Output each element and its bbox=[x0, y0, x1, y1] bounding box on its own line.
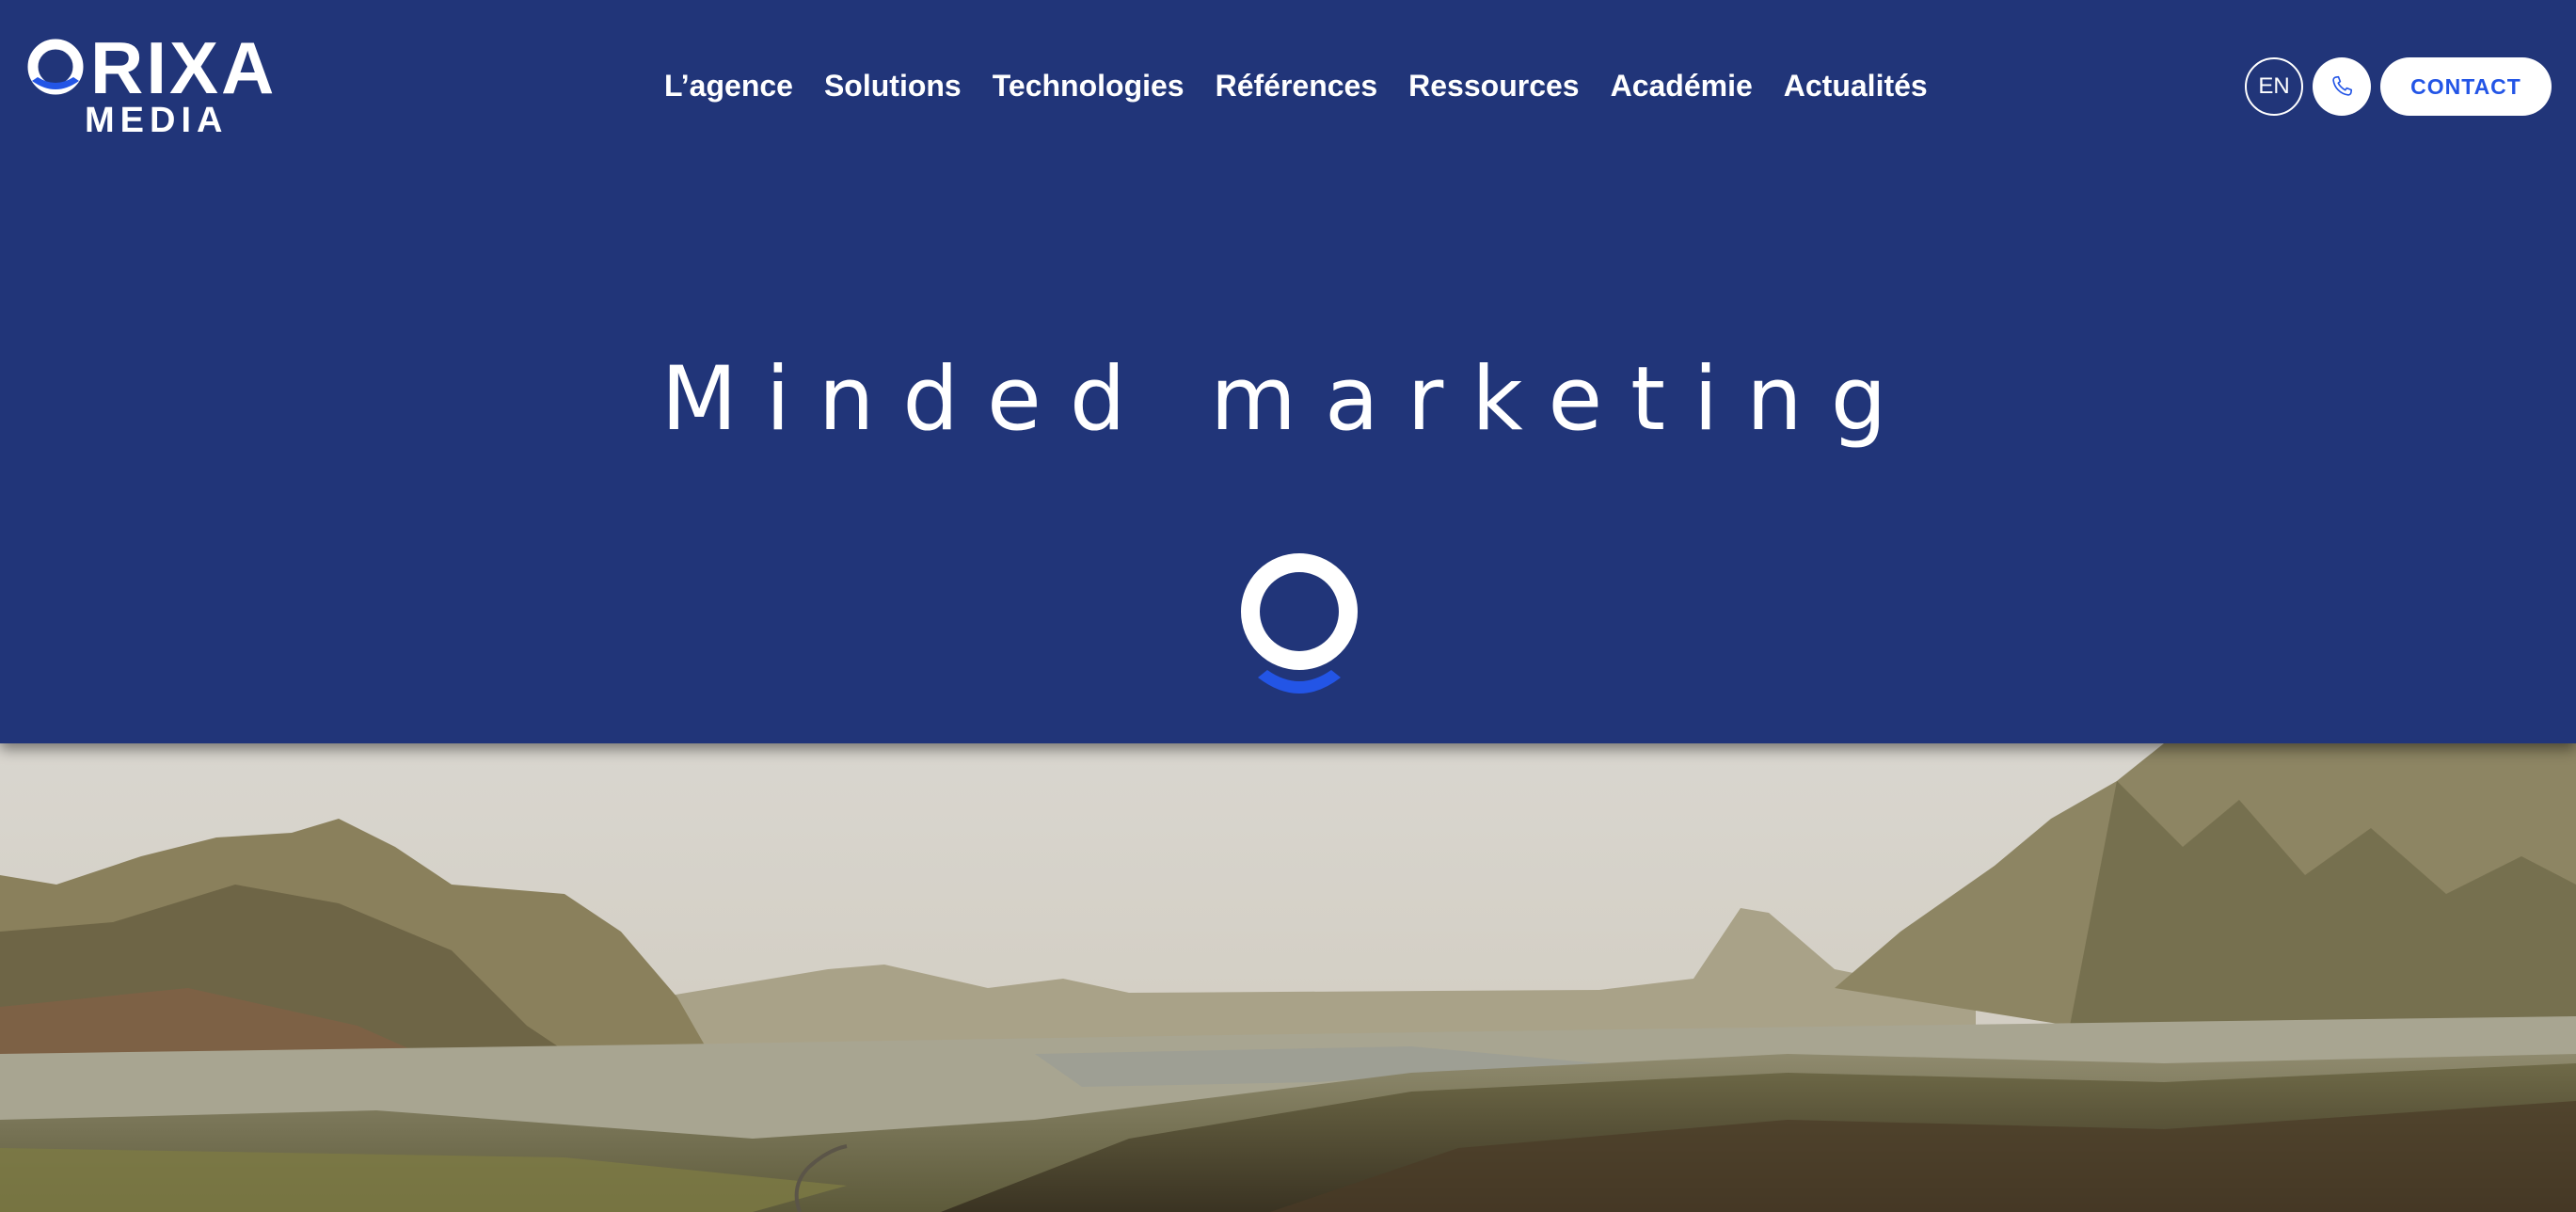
site-header: RIXA MEDIA L’agence Solutions Technologi… bbox=[0, 0, 2576, 743]
hero-title: Minded marketing bbox=[660, 348, 1916, 451]
nav-item-solutions[interactable]: Solutions bbox=[824, 69, 962, 104]
nav-item-ressources[interactable]: Ressources bbox=[1408, 69, 1579, 104]
logo-o-icon bbox=[27, 39, 84, 95]
phone-icon bbox=[2332, 75, 2353, 96]
contact-button[interactable]: CONTACT bbox=[2380, 57, 2552, 116]
main-nav: L’agence Solutions Technologies Référenc… bbox=[664, 62, 1928, 109]
nav-item-references[interactable]: Références bbox=[1216, 69, 1378, 104]
header-actions: EN CONTACT bbox=[2245, 57, 2552, 116]
language-button[interactable]: EN bbox=[2245, 57, 2303, 116]
nav-item-technologies[interactable]: Technologies bbox=[993, 69, 1185, 104]
phone-button[interactable] bbox=[2313, 57, 2371, 116]
orixa-o-icon bbox=[1241, 553, 1358, 694]
mountain-landscape-image bbox=[0, 743, 2576, 1212]
logo-subtitle: MEDIA bbox=[85, 101, 229, 140]
orixa-media-logo[interactable]: RIXA MEDIA bbox=[23, 30, 277, 140]
logo-wordmark: RIXA bbox=[90, 26, 278, 109]
nav-item-academie[interactable]: Académie bbox=[1611, 69, 1753, 104]
nav-item-agence[interactable]: L’agence bbox=[664, 69, 793, 104]
nav-item-actualites[interactable]: Actualités bbox=[1784, 69, 1928, 104]
